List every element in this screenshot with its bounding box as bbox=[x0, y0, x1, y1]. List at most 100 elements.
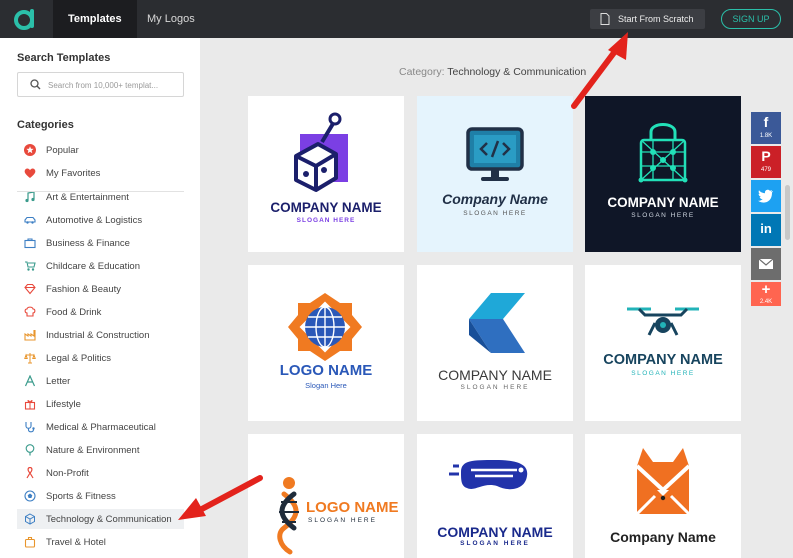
suitcase-icon bbox=[24, 536, 36, 548]
category-label: Industrial & Construction bbox=[46, 330, 150, 341]
category-letter[interactable]: Letter bbox=[17, 371, 184, 391]
star-icon bbox=[24, 144, 36, 156]
category-label: Sports & Fitness bbox=[46, 491, 116, 502]
category-art-entertainment[interactable]: Art & Entertainment bbox=[17, 192, 184, 207]
linkedin-icon: in bbox=[760, 221, 772, 236]
template-card[interactable]: COMPANY NAME SLOGAN HERE bbox=[585, 96, 741, 252]
app-logo-icon[interactable] bbox=[13, 7, 37, 31]
category-label: Technology & Communication bbox=[46, 514, 172, 525]
share-pinterest-button[interactable]: P 479 bbox=[751, 146, 781, 178]
cube-joystick-icon bbox=[294, 112, 348, 192]
network-lock-icon bbox=[638, 123, 688, 183]
dna-helix-icon bbox=[277, 477, 299, 555]
template-card[interactable]: COMPANY NAME SLOGAN HERE bbox=[248, 96, 404, 252]
category-legal-politics[interactable]: Legal & Politics bbox=[17, 348, 184, 368]
category-non-profit[interactable]: Non-Profit bbox=[17, 463, 184, 483]
category-label: Letter bbox=[46, 376, 71, 387]
template-company-name: COMPANY NAME bbox=[607, 195, 719, 210]
music-icon bbox=[25, 192, 35, 203]
category-my-favorites[interactable]: My Favorites bbox=[17, 163, 184, 183]
template-company-name: COMPANY NAME bbox=[438, 367, 552, 383]
share-more-button[interactable]: + 2.4K bbox=[751, 282, 781, 306]
category-industrial-construction[interactable]: Industrial & Construction bbox=[17, 325, 184, 345]
facebook-icon: f bbox=[763, 114, 769, 130]
scrollbar-thumb[interactable] bbox=[785, 185, 790, 240]
category-automotive-logistics[interactable]: Automotive & Logistics bbox=[17, 210, 184, 230]
letter-a-icon bbox=[24, 375, 36, 387]
sign-up-button[interactable]: SIGN UP bbox=[721, 9, 781, 29]
template-card[interactable]: LOGO NAME SLOGAN HERE bbox=[248, 434, 404, 558]
template-card[interactable]: COMPANY NAME SLOGAN HERE bbox=[585, 265, 741, 421]
category-sports-fitness[interactable]: Sports & Fitness bbox=[17, 486, 184, 506]
share-twitter-button[interactable] bbox=[751, 180, 781, 212]
soccer-ball-icon bbox=[24, 490, 36, 502]
stethoscope-icon bbox=[25, 422, 35, 433]
tree-icon bbox=[25, 444, 35, 456]
letter-c-icon bbox=[469, 293, 525, 353]
template-card[interactable]: COMPANY NAME SLOGAN HERE bbox=[417, 265, 573, 421]
category-travel-hotel[interactable]: Travel & Hotel bbox=[17, 532, 184, 552]
car-icon bbox=[24, 216, 36, 224]
cube-icon bbox=[25, 513, 35, 525]
envelope-icon bbox=[758, 258, 774, 269]
drone-icon bbox=[627, 307, 699, 336]
share-email-button[interactable] bbox=[751, 248, 781, 280]
tab-my-logos[interactable]: My Logos bbox=[132, 0, 210, 38]
category-prefix: Category: bbox=[399, 66, 445, 78]
category-list: Art & Entertainment Automotive & Logisti… bbox=[0, 192, 200, 558]
category-label: Nature & Environment bbox=[46, 445, 140, 456]
category-food-drink[interactable]: Food & Drink bbox=[17, 302, 184, 322]
factory-icon bbox=[24, 329, 36, 341]
template-company-name: COMPANY NAME bbox=[437, 524, 553, 540]
category-fashion-beauty[interactable]: Fashion & Beauty bbox=[17, 279, 184, 299]
template-company-name: Company Name bbox=[442, 191, 548, 207]
search-box[interactable] bbox=[17, 72, 184, 97]
plus-icon: + bbox=[761, 281, 771, 298]
category-label: Business & Finance bbox=[46, 238, 130, 249]
template-card[interactable]: COMPANY NAME SLOGAN HERE bbox=[417, 434, 573, 558]
template-card[interactable]: LOGO NAME Slogan Here bbox=[248, 265, 404, 421]
category-popular[interactable]: Popular bbox=[17, 140, 184, 160]
twitter-icon bbox=[758, 189, 773, 203]
category-label: Medical & Pharmaceutical bbox=[46, 422, 156, 433]
template-slogan: SLOGAN HERE bbox=[308, 517, 377, 524]
template-card[interactable]: Company Name bbox=[585, 434, 741, 558]
category-technology-communication[interactable]: Technology & Communication bbox=[17, 509, 184, 529]
template-card[interactable]: Company Name SLOGAN HERE bbox=[417, 96, 573, 252]
code-monitor-icon bbox=[466, 127, 524, 181]
share-count: 2.4K bbox=[759, 299, 773, 305]
template-company-name: COMPANY NAME bbox=[270, 200, 382, 215]
category-lifestyle[interactable]: Lifestyle bbox=[17, 394, 184, 414]
template-company-name: COMPANY NAME bbox=[603, 352, 723, 368]
search-icon bbox=[30, 79, 41, 90]
search-input[interactable] bbox=[48, 77, 178, 93]
template-slogan: SLOGAN HERE bbox=[460, 384, 530, 391]
category-label: Non-Profit bbox=[46, 468, 89, 479]
top-bar: Templates My Logos Start From Scratch SI… bbox=[0, 0, 793, 38]
gift-icon bbox=[24, 400, 36, 410]
template-slogan: SLOGAN HERE bbox=[631, 370, 695, 377]
category-label: Food & Drink bbox=[46, 307, 102, 318]
share-facebook-button[interactable]: f 1.8K bbox=[751, 112, 781, 144]
category-title: Category: Technology & Communication bbox=[399, 66, 586, 78]
category-label: Travel & Hotel bbox=[46, 537, 106, 548]
share-linkedin-button[interactable]: in bbox=[751, 214, 781, 246]
category-label: Automotive & Logistics bbox=[46, 215, 143, 226]
template-slogan: SLOGAN HERE bbox=[460, 540, 530, 547]
search-templates-heading: Search Templates bbox=[17, 52, 111, 64]
start-from-scratch-button[interactable]: Start From Scratch bbox=[590, 9, 705, 29]
template-company-name: Company Name bbox=[610, 529, 716, 545]
briefcase-icon bbox=[24, 238, 36, 249]
category-label: Popular bbox=[46, 145, 79, 156]
category-label: My Favorites bbox=[46, 168, 101, 179]
ribbon-icon bbox=[26, 467, 34, 479]
category-label: Lifestyle bbox=[46, 399, 81, 410]
document-icon bbox=[600, 13, 610, 25]
category-nature-environment[interactable]: Nature & Environment bbox=[17, 440, 184, 460]
category-medical-pharmaceutical[interactable]: Medical & Pharmaceutical bbox=[17, 417, 184, 437]
category-name: Technology & Communication bbox=[447, 66, 587, 78]
tab-templates[interactable]: Templates bbox=[53, 0, 137, 38]
heart-icon bbox=[24, 168, 36, 178]
category-childcare-education[interactable]: Childcare & Education bbox=[17, 256, 184, 276]
category-business-finance[interactable]: Business & Finance bbox=[17, 233, 184, 253]
